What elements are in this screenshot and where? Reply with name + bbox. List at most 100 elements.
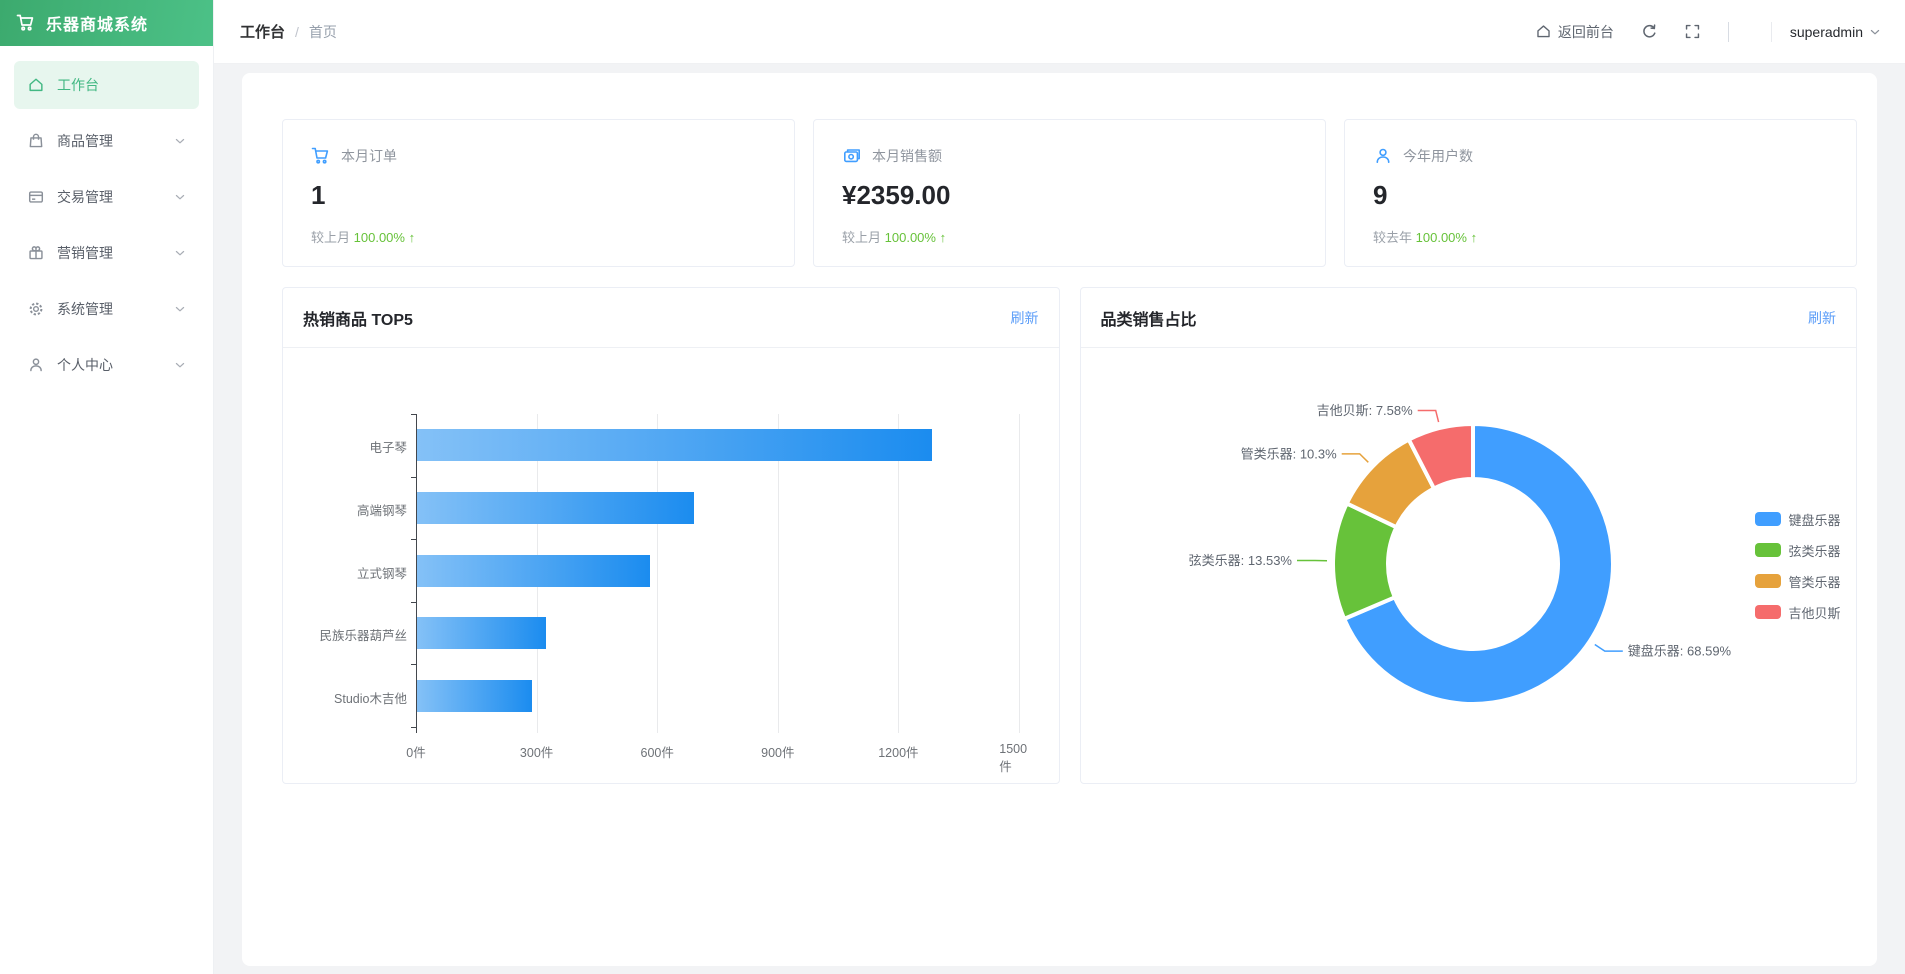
breadcrumb-separator: / (295, 23, 299, 40)
stat-card-orders: 本月订单 1 较上月 100.00% ↑ (282, 119, 795, 267)
refresh-link[interactable]: 刷新 (1808, 308, 1836, 328)
stat-label: 本月销售额 (872, 148, 942, 164)
refresh-link[interactable]: 刷新 (1011, 308, 1039, 328)
chevron-down-icon (174, 359, 186, 371)
user-icon (27, 356, 45, 374)
legend-item[interactable]: 弦类乐器 (1754, 539, 1841, 561)
cart-icon (311, 146, 331, 166)
category-share-donut-chart: 键盘乐器: 68.59% 弦类乐器: 13.53% 管类乐器: 10.3% 吉他贝斯:… (1081, 348, 1857, 783)
bar (417, 429, 932, 462)
legend-color-chip (1754, 543, 1781, 557)
chevron-down-icon (174, 191, 186, 203)
stat-label: 今年用户数 (1403, 148, 1473, 164)
chevron-down-icon (174, 303, 186, 315)
bar (417, 491, 695, 524)
bar (417, 554, 651, 587)
legend-item[interactable]: 管类乐器 (1754, 570, 1841, 592)
sidebar-item-label: 工作台 (57, 77, 99, 93)
dashboard-panel: 本月订单 1 较上月 100.00% ↑ 本月销售额 ¥2359.00 较上月 … (242, 73, 1877, 966)
category-share-card: 品类销售占比 刷新 键盘乐器: 68.59% 弦类乐器: 13.53% 管类乐器: … (1079, 287, 1857, 784)
arrow-up-icon: ↑ (939, 230, 947, 245)
y-axis-tick (411, 601, 416, 603)
arrow-up-icon: ↑ (1470, 230, 1478, 245)
topbar: 工作台 / 首页 返回前台 superadmin (214, 0, 1905, 64)
x-axis-tick-label: 0件 (406, 746, 426, 760)
legend-item[interactable]: 键盘乐器 (1754, 508, 1841, 530)
chevron-down-icon (1869, 26, 1881, 38)
cart-icon (16, 13, 36, 33)
refresh-icon[interactable] (1640, 23, 1658, 41)
hot-products-card: 热销商品 TOP5 刷新 0件 300件 600件 900件 1200件 1500件 电子琴… (282, 287, 1060, 784)
legend-label: 键盘乐器 (1788, 512, 1841, 528)
stat-trend: 较去年 100.00% ↑ (1373, 230, 1478, 245)
hot-products-bar-chart: 0件 300件 600件 900件 1200件 1500件 电子琴 高端钢琴 立式钢琴 民族乐器葫… (283, 348, 1059, 783)
x-axis-tick-label: 1500件 (999, 742, 1028, 774)
topbar-actions: 返回前台 superadmin (1535, 21, 1881, 42)
app-logo: 乐器商城系统 (0, 0, 213, 46)
sidebar-item-label: 系统管理 (57, 301, 113, 317)
donut-slice-label: 管类乐器: 10.3% (1240, 446, 1337, 461)
legend-label: 弦类乐器 (1788, 543, 1841, 559)
y-axis-tick (411, 414, 416, 415)
sidebar-item-label: 营销管理 (57, 245, 113, 261)
user-menu[interactable]: superadmin (1790, 24, 1881, 40)
chevron-down-icon (174, 247, 186, 259)
stat-value: ¥2359.00 (842, 180, 951, 210)
card-icon (27, 188, 45, 206)
x-axis-tick-label: 300件 (519, 746, 554, 760)
legend-color-chip (1754, 512, 1781, 526)
chevron-down-icon (174, 135, 186, 147)
hot-products-title: 热销商品 TOP5 (303, 311, 413, 329)
fullscreen-icon[interactable] (1684, 23, 1702, 41)
sidebar-menu: 工作台 商品管理 交易管理 营销管理 系统管理 个人中心 (0, 46, 213, 389)
bar (417, 679, 532, 712)
stat-card-users: 今年用户数 9 较去年 100.00% ↑ (1344, 119, 1857, 267)
bar (417, 617, 546, 650)
legend-item[interactable]: 吉他贝斯 (1754, 601, 1841, 623)
back-to-frontend-button[interactable]: 返回前台 (1535, 22, 1614, 42)
gridline (898, 414, 900, 733)
stat-value: 9 (1373, 180, 1388, 210)
legend-color-chip (1754, 574, 1781, 588)
legend-label: 管类乐器 (1788, 574, 1841, 590)
arrow-up-icon: ↑ (408, 230, 416, 245)
stat-trend: 较上月 100.00% ↑ (311, 230, 416, 245)
y-axis-tick (411, 664, 416, 666)
breadcrumb-page[interactable]: 首页 (309, 22, 337, 42)
stat-card-sales: 本月销售额 ¥2359.00 较上月 100.00% ↑ (813, 119, 1326, 267)
gridline (1019, 414, 1020, 733)
y-axis-tick (411, 727, 416, 728)
sidebar-item-products[interactable]: 商品管理 (14, 117, 199, 165)
divider (1770, 21, 1772, 42)
sidebar-item-label: 交易管理 (57, 189, 113, 205)
gridline (777, 414, 779, 733)
stat-trend: 较上月 100.00% ↑ (842, 230, 947, 245)
x-axis-tick-label: 900件 (761, 746, 795, 760)
sidebar: 乐器商城系统 工作台 商品管理 交易管理 营销管理 系统管理 个人中心 (0, 0, 214, 974)
app-title: 乐器商城系统 (46, 17, 149, 34)
user-icon (1373, 146, 1393, 166)
charts-row: 热销商品 TOP5 刷新 0件 300件 600件 900件 1200件 1500件 电子琴… (282, 287, 1857, 784)
x-axis-tick-label: 1200件 (878, 746, 919, 760)
sidebar-item-system[interactable]: 系统管理 (14, 285, 199, 333)
gridline (657, 414, 659, 733)
label-leader-line (1341, 453, 1369, 463)
home-icon (27, 76, 45, 94)
y-axis-tick (411, 476, 416, 478)
legend-color-chip (1754, 605, 1781, 619)
stat-label: 本月订单 (341, 148, 397, 164)
sidebar-item-profile[interactable]: 个人中心 (14, 341, 199, 389)
label-leader-line (1417, 409, 1439, 423)
legend-label: 吉他贝斯 (1788, 605, 1841, 621)
bar-category-label: 立式钢琴 (356, 566, 407, 581)
breadcrumb-current: 工作台 (240, 24, 286, 41)
sidebar-item-label: 商品管理 (57, 133, 113, 149)
chart-legend: 键盘乐器弦类乐器管类乐器吉他贝斯 (1754, 508, 1841, 632)
sidebar-item-trade[interactable]: 交易管理 (14, 173, 199, 221)
stat-value: 1 (311, 180, 326, 210)
donut-slice-label: 吉他贝斯: 7.58% (1316, 403, 1413, 418)
gear-icon (27, 300, 45, 318)
sidebar-item-workbench[interactable]: 工作台 (14, 61, 199, 109)
bar-category-label: 高端钢琴 (356, 503, 407, 518)
sidebar-item-marketing[interactable]: 营销管理 (14, 229, 199, 277)
